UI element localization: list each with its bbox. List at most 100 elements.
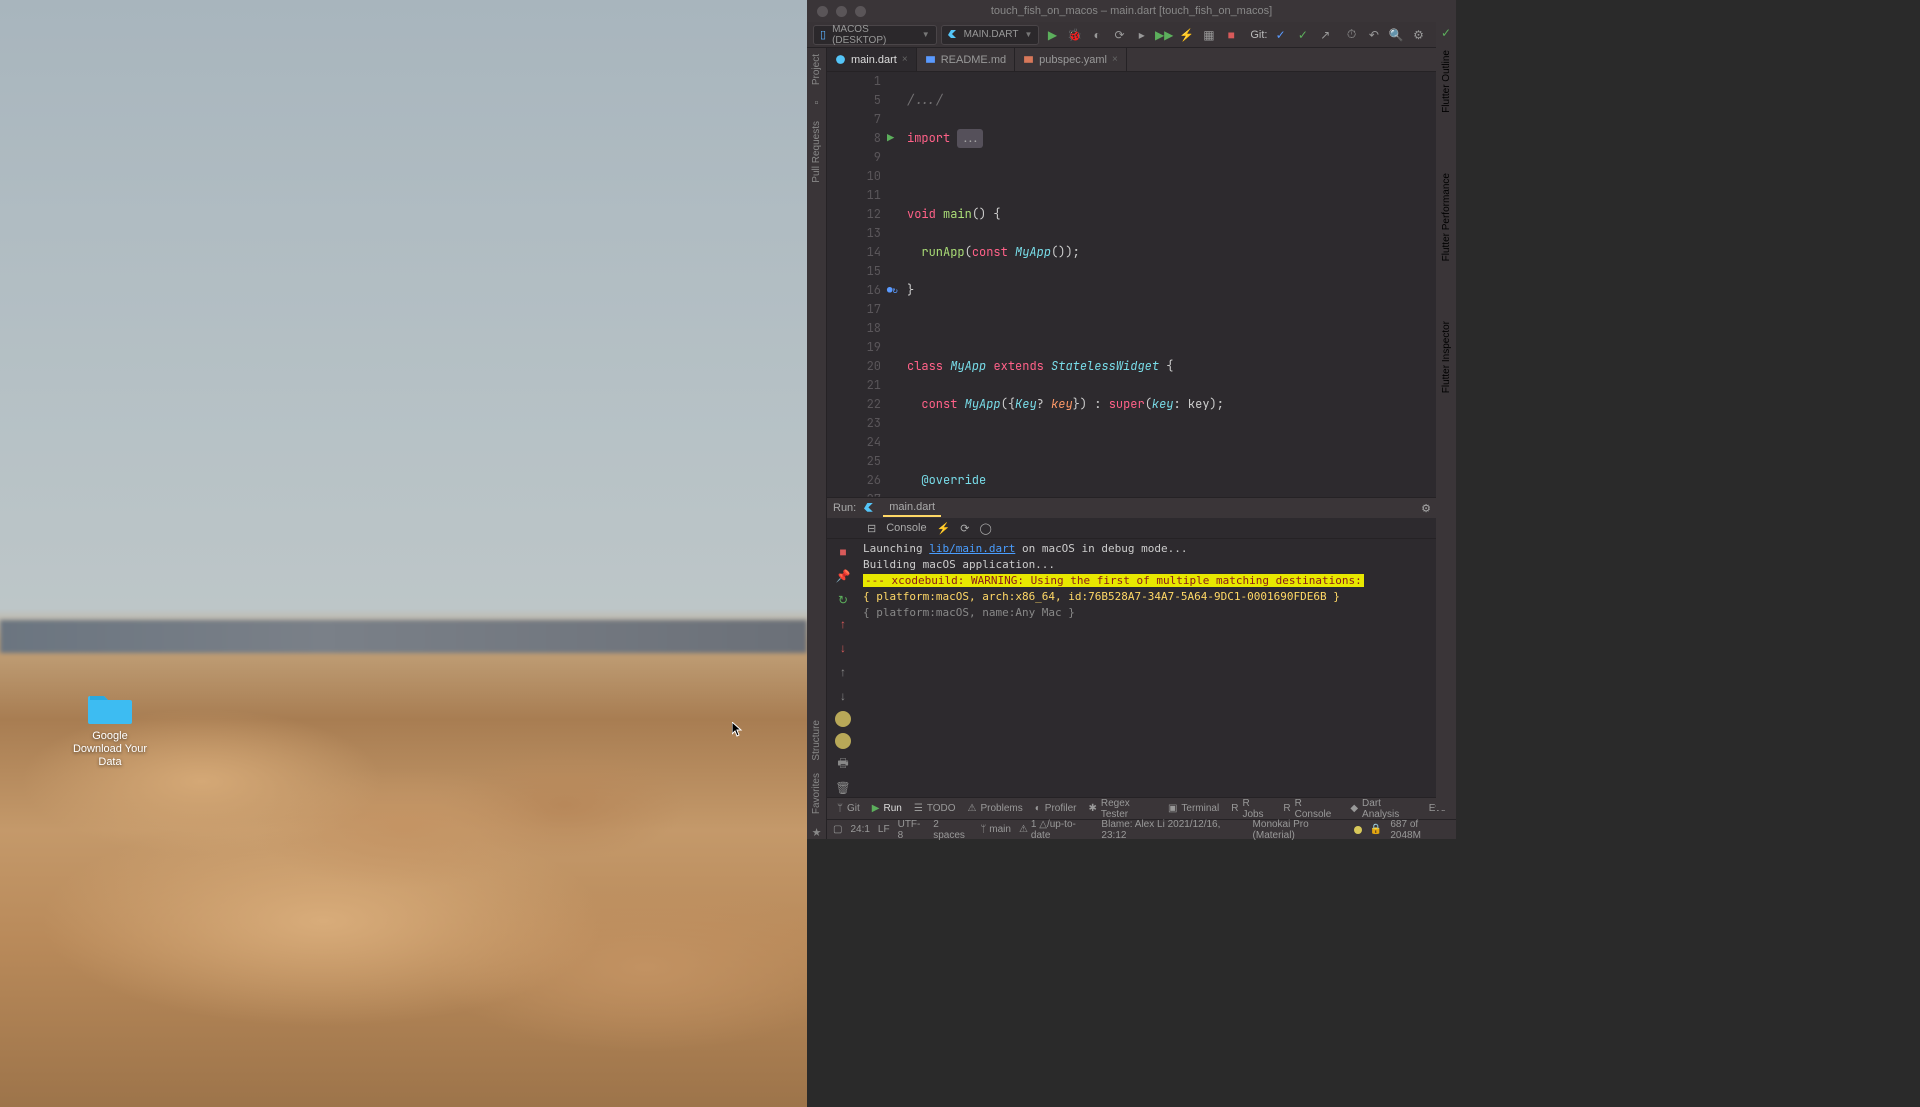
updates-status[interactable]: ⚠ 1 △/up-to-date xyxy=(1019,819,1093,841)
terminal-icon: ▣ xyxy=(1168,803,1177,814)
nav-up-button[interactable]: ↑ xyxy=(834,615,852,633)
play-icon: ▶ xyxy=(872,803,880,814)
theme-dot-icon xyxy=(1354,826,1362,834)
stop-button[interactable]: ■ xyxy=(1222,25,1240,45)
hot-restart-button[interactable]: ⚡ xyxy=(1177,25,1195,45)
lock-icon[interactable]: 🔒 xyxy=(1370,824,1382,835)
r-icon: R xyxy=(1283,803,1290,814)
console-label[interactable]: Console xyxy=(886,522,926,534)
r-console-tool-tab[interactable]: RR Console xyxy=(1279,798,1342,820)
tab-readme[interactable]: README.md xyxy=(917,48,1015,71)
run-tool-tab[interactable]: ▶Run xyxy=(868,803,906,814)
editor-tabs: main.dart × README.md pubspec.yaml × xyxy=(827,48,1456,72)
tab-main-dart[interactable]: main.dart × xyxy=(827,48,917,71)
cursor-position[interactable]: 24:1 xyxy=(850,824,869,835)
print-button[interactable]: 🖶 xyxy=(834,755,852,773)
code-editor[interactable]: 1 5 7 8 9 10 11 12 13 14 15 16 17 18 19 … xyxy=(827,72,1456,497)
ide-window: touch_fish_on_macos – main.dart [touch_f… xyxy=(807,0,1456,839)
pin-button[interactable]: 📌 xyxy=(834,567,852,585)
nav-down-button[interactable]: ↓ xyxy=(834,639,852,657)
terminal-tool-tab[interactable]: ▣Terminal xyxy=(1164,803,1223,814)
close-icon[interactable]: × xyxy=(902,54,908,65)
yaml-icon xyxy=(1023,54,1034,65)
list-icon: ☰ xyxy=(914,803,923,814)
encoding[interactable]: UTF-8 xyxy=(898,819,926,841)
code-content: /.../ import ... void main() { runApp(co… xyxy=(903,72,1456,497)
line-number-gutter: 1 5 7 8 9 10 11 12 13 14 15 16 17 18 19 … xyxy=(827,72,887,497)
attach-button[interactable]: ▸ xyxy=(1133,25,1151,45)
filter-button[interactable] xyxy=(835,711,851,727)
profile-button[interactable]: ⟳ xyxy=(1110,25,1128,45)
markdown-icon xyxy=(925,54,936,65)
blame-status[interactable]: Blame: Alex Li 2021/12/16, 23:12 xyxy=(1101,819,1244,841)
tab-label: README.md xyxy=(941,54,1006,66)
flutter-outline-tool[interactable]: Flutter Outline xyxy=(1441,50,1452,113)
star-icon: ★ xyxy=(812,826,822,839)
trash-button[interactable]: 🗑 xyxy=(834,779,852,797)
filter2-button[interactable] xyxy=(835,733,851,749)
cursor-icon xyxy=(732,722,744,738)
project-tool[interactable]: Project xyxy=(811,54,822,85)
console-output[interactable]: Launching lib/main.dart on macOS in debu… xyxy=(859,539,1456,797)
down-button[interactable]: ↓ xyxy=(834,687,852,705)
profiler-tool-tab[interactable]: ◐Profiler xyxy=(1031,803,1081,814)
git-tool-tab[interactable]: ᛘGit xyxy=(833,803,864,814)
regex-tool-tab[interactable]: ✱Regex Tester xyxy=(1084,798,1159,820)
folder-icon: ▫ xyxy=(815,97,819,109)
memory-status[interactable]: 687 of 2048M xyxy=(1390,819,1450,841)
bolt-icon[interactable]: ⚡ xyxy=(937,522,951,535)
indent[interactable]: 2 spaces xyxy=(933,819,972,841)
flutter-inspector-tool[interactable]: Flutter Inspector xyxy=(1441,321,1452,393)
favorites-tool[interactable]: Favorites xyxy=(811,773,822,814)
gutter-icons: ▶ ●↻ xyxy=(887,72,903,497)
bottom-tool-tabs: ᛘGit ▶Run ☰TODO ⚠Problems ◐Profiler ✱Reg… xyxy=(827,797,1456,819)
flutter-performance-tool[interactable]: Flutter Performance xyxy=(1441,173,1452,261)
devtools-button[interactable]: ▦ xyxy=(1200,25,1218,45)
run-side-buttons: ■ 📌 ↻ ↑ ↓ ↑ ↓ 🖶 🗑 xyxy=(827,539,859,797)
phone-icon: ▯ xyxy=(820,28,826,41)
reload-icon[interactable]: ⟳ xyxy=(960,522,969,535)
console-expand-icon[interactable]: ⊟ xyxy=(867,522,876,535)
git-push-button[interactable]: ↗ xyxy=(1316,25,1334,45)
coverage-button[interactable]: ◐ xyxy=(1088,25,1106,45)
device-selector[interactable]: ▯ MACOS (DESKTOP) ▼ xyxy=(813,25,937,45)
problems-tool-tab[interactable]: ⚠Problems xyxy=(964,803,1027,814)
run-config-selector[interactable]: MAIN.DART ▼ xyxy=(941,25,1040,45)
r-jobs-tool-tab[interactable]: RR Jobs xyxy=(1227,798,1275,820)
ghost-icon[interactable]: ◯ xyxy=(980,522,992,535)
tab-label: pubspec.yaml xyxy=(1039,54,1107,66)
structure-tool[interactable]: Structure xyxy=(811,720,822,761)
settings-button[interactable]: ⚙ xyxy=(1409,25,1427,45)
debug-button[interactable]: 🐞 xyxy=(1066,25,1084,45)
run-tab[interactable]: main.dart xyxy=(883,499,941,517)
inspection-ok-icon[interactable]: ✓ xyxy=(1441,26,1451,40)
regex-icon: ✱ xyxy=(1088,803,1096,814)
console-link[interactable]: lib/main.dart xyxy=(929,542,1015,555)
desktop-folder[interactable]: Google Download Your Data xyxy=(70,690,150,770)
pull-requests-tool[interactable]: Pull Requests xyxy=(811,121,822,183)
warning-icon: ⚠ xyxy=(968,803,977,814)
folder-icon xyxy=(88,690,132,726)
close-icon[interactable]: × xyxy=(1112,54,1118,65)
hot-reload-button[interactable]: ▶▶ xyxy=(1155,25,1173,45)
up-button[interactable]: ↑ xyxy=(834,663,852,681)
desktop-folder-label: Google Download Your Data xyxy=(70,730,150,770)
line-ending[interactable]: LF xyxy=(878,824,890,835)
git-update-button[interactable]: ✓ xyxy=(1271,25,1289,45)
theme-status[interactable]: Monokai Pro (Material) xyxy=(1253,819,1362,841)
tab-pubspec[interactable]: pubspec.yaml × xyxy=(1015,48,1127,71)
todo-tool-tab[interactable]: ☰TODO xyxy=(910,803,960,814)
stop-run-button[interactable]: ■ xyxy=(834,543,852,561)
run-button[interactable]: ▶ xyxy=(1043,25,1061,45)
dart-analysis-tool-tab[interactable]: ◆Dart Analysis xyxy=(1346,798,1420,820)
rerun-button[interactable]: ↻ xyxy=(834,591,852,609)
git-branch[interactable]: ᛘ main xyxy=(980,824,1011,835)
gear-icon[interactable]: ⚙ xyxy=(1421,502,1431,515)
flutter-icon xyxy=(864,503,875,514)
git-history-button[interactable]: ⏱ xyxy=(1342,25,1360,45)
search-button[interactable]: 🔍 xyxy=(1387,25,1405,45)
git-revert-button[interactable]: ↶ xyxy=(1365,25,1383,45)
window-titlebar: touch_fish_on_macos – main.dart [touch_f… xyxy=(807,0,1456,22)
sidebar-toggle-icon[interactable]: ▢ xyxy=(833,824,842,835)
git-commit-button[interactable]: ✓ xyxy=(1294,25,1312,45)
